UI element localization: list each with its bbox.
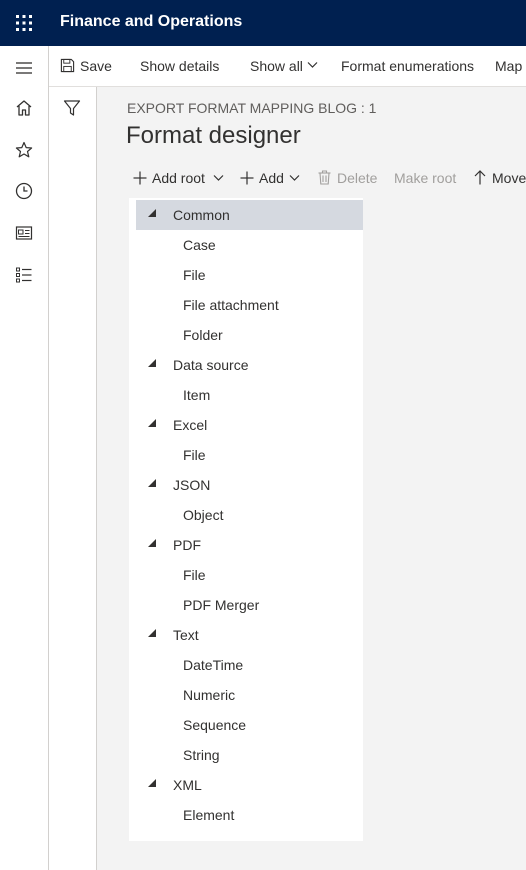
- waffle-icon[interactable]: [15, 14, 33, 32]
- clock-icon[interactable]: [14, 181, 34, 201]
- tree-leaf-label: DateTime: [183, 657, 244, 673]
- save-label: Save: [80, 58, 112, 74]
- tree-leaf-label: File attachment: [183, 297, 279, 313]
- expander-icon[interactable]: [148, 479, 156, 487]
- filter-icon[interactable]: [63, 99, 81, 117]
- format-tree: Common Case File File attachment Folder …: [129, 198, 363, 841]
- tree-leaf[interactable]: Case: [136, 230, 363, 260]
- tree-node-label: Text: [173, 627, 199, 643]
- tree-node-label: Common: [173, 207, 230, 223]
- make-root-button[interactable]: Make root: [394, 170, 456, 186]
- tree-node-common[interactable]: Common: [136, 200, 363, 230]
- chevron-down-icon[interactable]: [307, 61, 318, 69]
- tree-node-label: PDF: [173, 537, 201, 553]
- trash-icon: [318, 170, 331, 185]
- map-button[interactable]: Map: [495, 58, 522, 74]
- tree-leaf-label: File: [183, 567, 206, 583]
- show-all-button[interactable]: Show all: [250, 58, 303, 74]
- tree-leaf-label: Case: [183, 237, 216, 253]
- tree-leaf[interactable]: Folder: [136, 320, 363, 350]
- tree-node-label: JSON: [173, 477, 211, 493]
- tree-node-pdf[interactable]: PDF: [136, 530, 363, 560]
- format-enumerations-button[interactable]: Format enumerations: [341, 58, 474, 74]
- tree-leaf-label: Element: [183, 807, 235, 823]
- tree-node-label: Excel: [173, 417, 208, 433]
- tree-leaf[interactable]: File attachment: [136, 290, 363, 320]
- action-pane: Save Show details Show all Format enumer…: [49, 46, 526, 87]
- tree-leaf[interactable]: File: [136, 560, 363, 590]
- tree-node-label: XML: [173, 777, 202, 793]
- add-root-button[interactable]: Add root: [152, 170, 205, 186]
- tree-leaf[interactable]: String: [136, 740, 363, 770]
- tree-leaf-label: File: [183, 447, 206, 463]
- tree-leaf-label: Sequence: [183, 717, 247, 733]
- tree-node-label: Data source: [173, 357, 249, 373]
- tree-leaf[interactable]: File: [136, 260, 363, 290]
- expander-icon[interactable]: [148, 779, 156, 787]
- tree-leaf-label: Item: [183, 387, 211, 403]
- delete-button[interactable]: Delete: [337, 170, 377, 186]
- expander-icon[interactable]: [148, 209, 156, 217]
- expander-icon[interactable]: [148, 359, 156, 367]
- tree-leaf-label: File: [183, 267, 206, 283]
- expander-icon[interactable]: [148, 539, 156, 547]
- app-title[interactable]: Finance and Operations: [60, 13, 242, 31]
- plus-icon[interactable]: [240, 171, 254, 185]
- tree-leaf[interactable]: File: [136, 440, 363, 470]
- show-details-button[interactable]: Show details: [140, 58, 219, 74]
- tree-leaf[interactable]: PDF Merger: [136, 590, 363, 620]
- workspace-icon[interactable]: [14, 223, 34, 243]
- tree-leaf-label: PDF Merger: [183, 597, 260, 613]
- chevron-down-icon[interactable]: [289, 174, 300, 182]
- content-area: EXPORT FORMAT MAPPING BLOG : 1 Format de…: [97, 87, 526, 870]
- tree-leaf-label: String: [183, 747, 220, 763]
- tree-leaf[interactable]: DateTime: [136, 650, 363, 680]
- plus-icon[interactable]: [133, 171, 147, 185]
- left-navigation: [0, 46, 49, 870]
- expander-icon[interactable]: [148, 419, 156, 427]
- tree-node-excel[interactable]: Excel: [136, 410, 363, 440]
- floppy-icon: [60, 58, 75, 73]
- home-icon[interactable]: [14, 98, 34, 118]
- tree-leaf[interactable]: Item: [136, 380, 363, 410]
- modules-list-icon[interactable]: [14, 265, 34, 285]
- tree-leaf-label: Numeric: [183, 687, 236, 703]
- filter-pane: [49, 87, 97, 870]
- move-button[interactable]: Move: [492, 170, 526, 186]
- chevron-down-icon[interactable]: [213, 174, 224, 182]
- page-caption: EXPORT FORMAT MAPPING BLOG : 1: [127, 100, 377, 116]
- star-icon[interactable]: [14, 140, 34, 160]
- hamburger-icon[interactable]: [14, 58, 34, 78]
- tree-leaf-label: Object: [183, 507, 224, 523]
- top-bar: Finance and Operations: [0, 0, 526, 46]
- arrow-up-icon[interactable]: [474, 170, 486, 185]
- expander-icon[interactable]: [148, 629, 156, 637]
- tree-node-xml[interactable]: XML: [136, 770, 363, 800]
- tree-node-data-source[interactable]: Data source: [136, 350, 363, 380]
- tree-node-text[interactable]: Text: [136, 620, 363, 650]
- page-title: Format designer: [126, 122, 301, 149]
- tree-leaf[interactable]: Object: [136, 500, 363, 530]
- add-button[interactable]: Add: [259, 170, 284, 186]
- tree-leaf[interactable]: Sequence: [136, 710, 363, 740]
- tree-leaf-label: Folder: [183, 327, 223, 343]
- tree-leaf[interactable]: Element: [136, 800, 363, 830]
- tree-node-json[interactable]: JSON: [136, 470, 363, 500]
- tree-leaf[interactable]: Numeric: [136, 680, 363, 710]
